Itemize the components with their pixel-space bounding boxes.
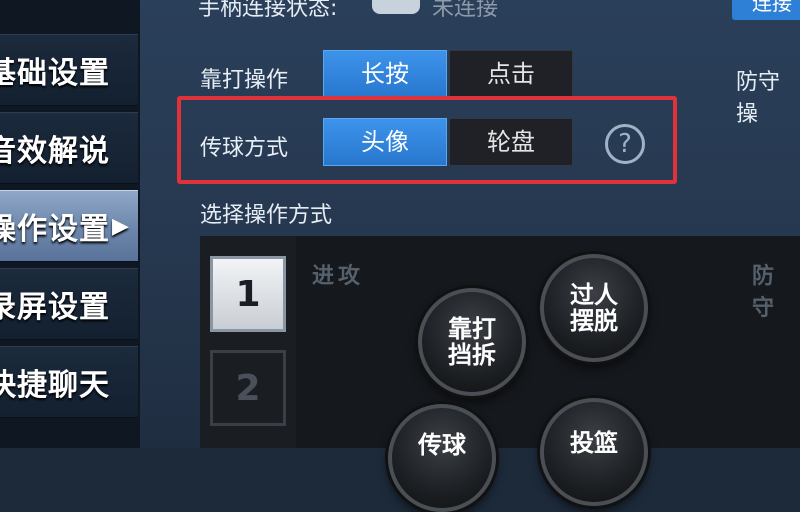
scheme-section-title: 选择操作方式: [200, 203, 333, 228]
chevron-right-icon: ▶: [112, 213, 130, 239]
sidebar-item-control-settings[interactable]: 操作设置 ▶: [0, 190, 138, 262]
connection-label: 手柄连接状态:: [198, 0, 338, 21]
sidebar-item-recording-settings[interactable]: 录屏设置: [0, 268, 138, 340]
sidebar-item-label: 基础设置: [0, 56, 110, 91]
post-up-hold-button[interactable]: 长按: [323, 50, 447, 98]
skill-dribble-escape-button[interactable]: 过人 摆脱: [540, 254, 648, 362]
connection-status: 未连接: [432, 0, 499, 21]
post-up-tap-button[interactable]: 点击: [449, 50, 573, 98]
highlight-box: [177, 96, 677, 184]
connect-button[interactable]: 连接: [732, 0, 800, 20]
scheme-2-button[interactable]: 2: [210, 350, 286, 426]
defense-operation-label: 防守操: [736, 70, 781, 127]
attack-label: 进攻: [312, 264, 365, 289]
sidebar: 基础设置 音效解说 操作设置 ▶ 录屏设置 快捷聊天: [0, 0, 140, 448]
sidebar-item-sound-commentary[interactable]: 音效解说: [0, 112, 138, 184]
sidebar-item-label: 快捷聊天: [0, 368, 110, 403]
sidebar-item-label: 音效解说: [0, 134, 110, 169]
scheme-1-button[interactable]: 1: [210, 256, 286, 332]
sidebar-item-label: 录屏设置: [0, 290, 110, 325]
skill-post-screen-button[interactable]: 靠打 挡拆: [418, 288, 526, 396]
skill-pass-button[interactable]: 传球: [388, 404, 496, 512]
sidebar-item-label: 操作设置: [0, 212, 110, 247]
gamepad-icon: [372, 0, 420, 14]
post-up-label: 靠打操作: [200, 68, 289, 93]
skill-shoot-button[interactable]: 投篮: [540, 398, 648, 506]
defense-label: 防守: [752, 264, 779, 321]
sidebar-item-basic-settings[interactable]: 基础设置: [0, 34, 138, 106]
sidebar-item-quick-chat[interactable]: 快捷聊天: [0, 346, 138, 418]
